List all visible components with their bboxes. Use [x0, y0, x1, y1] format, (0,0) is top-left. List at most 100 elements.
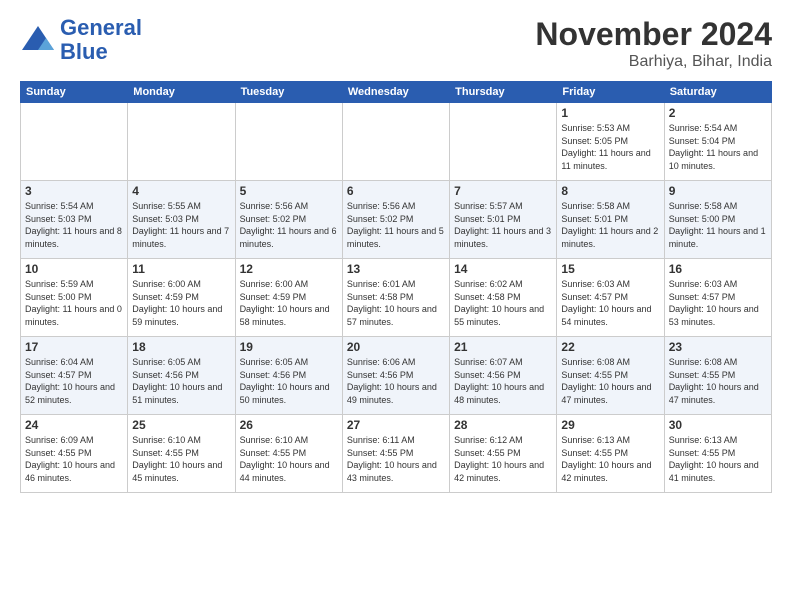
day-number: 22 [561, 340, 659, 354]
calendar-cell: 29 Sunrise: 6:13 AMSunset: 4:55 PMDayligh… [557, 415, 664, 493]
calendar-cell: 16 Sunrise: 6:03 AMSunset: 4:57 PMDayligh… [664, 259, 771, 337]
day-number: 29 [561, 418, 659, 432]
cell-info: Sunrise: 5:54 AMSunset: 5:03 PMDaylight:… [25, 200, 123, 250]
day-number: 9 [669, 184, 767, 198]
cell-info: Sunrise: 6:08 AMSunset: 4:55 PMDaylight:… [669, 356, 767, 406]
weekday-header: Thursday [450, 82, 557, 103]
calendar-cell: 14 Sunrise: 6:02 AMSunset: 4:58 PMDayligh… [450, 259, 557, 337]
cell-info: Sunrise: 5:54 AMSunset: 5:04 PMDaylight:… [669, 122, 767, 172]
calendar-cell: 12 Sunrise: 6:00 AMSunset: 4:59 PMDayligh… [235, 259, 342, 337]
cell-info: Sunrise: 6:03 AMSunset: 4:57 PMDaylight:… [561, 278, 659, 328]
weekday-header: Monday [128, 82, 235, 103]
logo-line1: General [60, 15, 142, 40]
day-number: 15 [561, 262, 659, 276]
day-number: 6 [347, 184, 445, 198]
calendar-cell: 18 Sunrise: 6:05 AMSunset: 4:56 PMDayligh… [128, 337, 235, 415]
calendar-cell: 24 Sunrise: 6:09 AMSunset: 4:55 PMDayligh… [21, 415, 128, 493]
day-number: 25 [132, 418, 230, 432]
cell-info: Sunrise: 6:11 AMSunset: 4:55 PMDaylight:… [347, 434, 445, 484]
weekday-header: Saturday [664, 82, 771, 103]
day-number: 8 [561, 184, 659, 198]
cell-info: Sunrise: 5:56 AMSunset: 5:02 PMDaylight:… [347, 200, 445, 250]
day-number: 28 [454, 418, 552, 432]
calendar-week-row: 1 Sunrise: 5:53 AMSunset: 5:05 PMDaylight… [21, 103, 772, 181]
logo-line2: Blue [60, 39, 108, 64]
day-number: 12 [240, 262, 338, 276]
day-number: 13 [347, 262, 445, 276]
cell-info: Sunrise: 6:02 AMSunset: 4:58 PMDaylight:… [454, 278, 552, 328]
cell-info: Sunrise: 5:57 AMSunset: 5:01 PMDaylight:… [454, 200, 552, 250]
calendar-cell: 22 Sunrise: 6:08 AMSunset: 4:55 PMDayligh… [557, 337, 664, 415]
day-number: 14 [454, 262, 552, 276]
calendar-cell: 1 Sunrise: 5:53 AMSunset: 5:05 PMDaylight… [557, 103, 664, 181]
cell-info: Sunrise: 6:13 AMSunset: 4:55 PMDaylight:… [561, 434, 659, 484]
calendar-cell: 3 Sunrise: 5:54 AMSunset: 5:03 PMDaylight… [21, 181, 128, 259]
cell-info: Sunrise: 5:56 AMSunset: 5:02 PMDaylight:… [240, 200, 338, 250]
cell-info: Sunrise: 6:01 AMSunset: 4:58 PMDaylight:… [347, 278, 445, 328]
page: General Blue November 2024 Barhiya, Biha… [0, 0, 792, 503]
cell-info: Sunrise: 6:00 AMSunset: 4:59 PMDaylight:… [132, 278, 230, 328]
calendar-cell [128, 103, 235, 181]
calendar-cell: 10Sunrise: 5:59 AMSunset: 5:00 PMDayligh… [21, 259, 128, 337]
calendar-cell: 23 Sunrise: 6:08 AMSunset: 4:55 PMDayligh… [664, 337, 771, 415]
calendar-cell: 2Sunrise: 5:54 AMSunset: 5:04 PMDaylight… [664, 103, 771, 181]
title-block: November 2024 Barhiya, Bihar, India [535, 16, 772, 71]
cell-info: Sunrise: 6:05 AMSunset: 4:56 PMDaylight:… [132, 356, 230, 406]
calendar-week-row: 3 Sunrise: 5:54 AMSunset: 5:03 PMDaylight… [21, 181, 772, 259]
cell-info: Sunrise: 5:59 AMSunset: 5:00 PMDaylight:… [25, 278, 123, 328]
cell-info: Sunrise: 5:58 AMSunset: 5:01 PMDaylight:… [561, 200, 659, 250]
logo: General Blue [20, 16, 142, 64]
day-number: 21 [454, 340, 552, 354]
calendar-table: SundayMondayTuesdayWednesdayThursdayFrid… [20, 81, 772, 493]
calendar-cell: 26Sunrise: 6:10 AMSunset: 4:55 PMDayligh… [235, 415, 342, 493]
calendar-cell [342, 103, 449, 181]
calendar-cell: 27 Sunrise: 6:11 AMSunset: 4:55 PMDayligh… [342, 415, 449, 493]
calendar-cell: 19 Sunrise: 6:05 AMSunset: 4:56 PMDayligh… [235, 337, 342, 415]
calendar-week-row: 10Sunrise: 5:59 AMSunset: 5:00 PMDayligh… [21, 259, 772, 337]
weekday-header: Sunday [21, 82, 128, 103]
calendar-week-row: 24 Sunrise: 6:09 AMSunset: 4:55 PMDayligh… [21, 415, 772, 493]
header-row: SundayMondayTuesdayWednesdayThursdayFrid… [21, 82, 772, 103]
weekday-header: Friday [557, 82, 664, 103]
cell-info: Sunrise: 6:08 AMSunset: 4:55 PMDaylight:… [561, 356, 659, 406]
day-number: 23 [669, 340, 767, 354]
day-number: 16 [669, 262, 767, 276]
day-number: 27 [347, 418, 445, 432]
calendar-week-row: 17Sunrise: 6:04 AMSunset: 4:57 PMDayligh… [21, 337, 772, 415]
calendar-cell [450, 103, 557, 181]
cell-info: Sunrise: 5:58 AMSunset: 5:00 PMDaylight:… [669, 200, 767, 250]
day-number: 18 [132, 340, 230, 354]
calendar-cell: 21 Sunrise: 6:07 AMSunset: 4:56 PMDayligh… [450, 337, 557, 415]
cell-info: Sunrise: 6:00 AMSunset: 4:59 PMDaylight:… [240, 278, 338, 328]
month-title: November 2024 [535, 16, 772, 53]
day-number: 4 [132, 184, 230, 198]
logo-icon [20, 22, 56, 58]
cell-info: Sunrise: 6:09 AMSunset: 4:55 PMDaylight:… [25, 434, 123, 484]
calendar-cell: 9 Sunrise: 5:58 AMSunset: 5:00 PMDaylight… [664, 181, 771, 259]
cell-info: Sunrise: 6:04 AMSunset: 4:57 PMDaylight:… [25, 356, 123, 406]
calendar-cell: 6 Sunrise: 5:56 AMSunset: 5:02 PMDaylight… [342, 181, 449, 259]
cell-info: Sunrise: 5:55 AMSunset: 5:03 PMDaylight:… [132, 200, 230, 250]
cell-info: Sunrise: 6:13 AMSunset: 4:55 PMDaylight:… [669, 434, 767, 484]
calendar-cell [235, 103, 342, 181]
day-number: 3 [25, 184, 123, 198]
calendar-cell: 13 Sunrise: 6:01 AMSunset: 4:58 PMDayligh… [342, 259, 449, 337]
calendar-cell: 15 Sunrise: 6:03 AMSunset: 4:57 PMDayligh… [557, 259, 664, 337]
calendar-cell: 4 Sunrise: 5:55 AMSunset: 5:03 PMDaylight… [128, 181, 235, 259]
calendar-cell: 8 Sunrise: 5:58 AMSunset: 5:01 PMDaylight… [557, 181, 664, 259]
cell-info: Sunrise: 6:12 AMSunset: 4:55 PMDaylight:… [454, 434, 552, 484]
day-number: 19 [240, 340, 338, 354]
calendar-cell: 25Sunrise: 6:10 AMSunset: 4:55 PMDayligh… [128, 415, 235, 493]
cell-info: Sunrise: 6:10 AMSunset: 4:55 PMDaylight:… [240, 434, 338, 484]
cell-info: Sunrise: 6:05 AMSunset: 4:56 PMDaylight:… [240, 356, 338, 406]
cell-info: Sunrise: 6:03 AMSunset: 4:57 PMDaylight:… [669, 278, 767, 328]
calendar-cell: 28 Sunrise: 6:12 AMSunset: 4:55 PMDayligh… [450, 415, 557, 493]
location: Barhiya, Bihar, India [535, 53, 772, 71]
calendar-cell: 17Sunrise: 6:04 AMSunset: 4:57 PMDayligh… [21, 337, 128, 415]
cell-info: Sunrise: 5:53 AMSunset: 5:05 PMDaylight:… [561, 122, 659, 172]
logo-text: General Blue [60, 16, 142, 64]
calendar-cell: 11Sunrise: 6:00 AMSunset: 4:59 PMDayligh… [128, 259, 235, 337]
day-number: 1 [561, 106, 659, 120]
cell-info: Sunrise: 6:07 AMSunset: 4:56 PMDaylight:… [454, 356, 552, 406]
day-number: 24 [25, 418, 123, 432]
